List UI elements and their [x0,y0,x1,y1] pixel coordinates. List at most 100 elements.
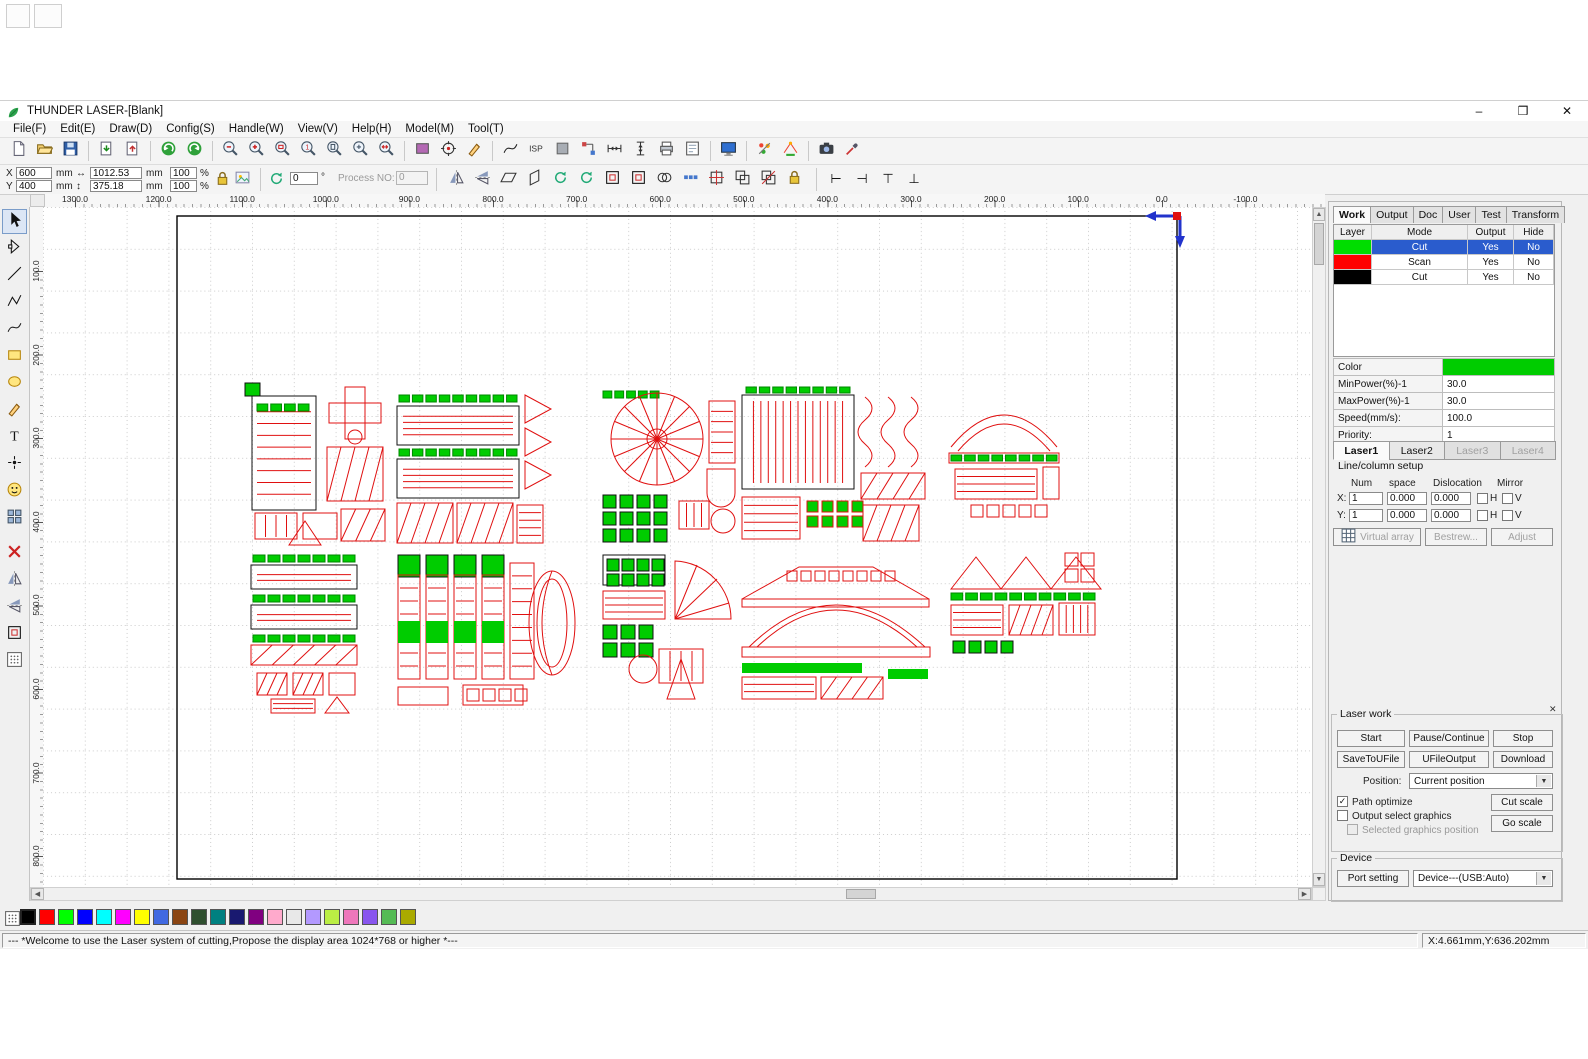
flip-v-button[interactable] [470,167,495,192]
tab-test[interactable]: Test [1475,206,1506,223]
palette-color[interactable] [191,909,207,925]
simulate-button[interactable] [716,139,741,164]
tab-transform[interactable]: Transform [1506,206,1565,223]
download-button[interactable]: Download [1493,751,1553,768]
zoom-1-button[interactable]: 1 [296,139,321,164]
tool-mirror-h[interactable] [2,568,27,593]
palette-color[interactable] [305,909,321,925]
menu-edit[interactable]: Edit(E) [53,122,102,136]
tool-array-copy[interactable] [2,506,27,531]
layer-cell[interactable]: Scan [1372,255,1468,270]
height-input[interactable]: 375.18 [90,180,142,192]
flip-h-button[interactable] [444,167,469,192]
mirror-h-checkbox[interactable] [1477,510,1488,521]
scroll-up-arrow[interactable]: ▲ [1313,208,1325,221]
zoom-window-button[interactable] [270,139,295,164]
pen-button[interactable] [462,139,487,164]
chevron-down-icon[interactable]: ▼ [1536,872,1551,885]
layer-row[interactable]: CutYesNo [1334,270,1554,285]
start-button[interactable]: Start [1337,730,1405,747]
ungroup-button[interactable] [756,167,781,192]
tool-polyline[interactable] [2,290,27,315]
palette-color[interactable] [381,909,397,925]
lock-ratio-icon[interactable] [214,170,231,192]
laser-show-button[interactable] [778,139,803,164]
measure-h-button[interactable] [602,139,627,164]
group-button[interactable] [730,167,755,192]
palette-color[interactable] [96,909,112,925]
palette-color[interactable] [362,909,378,925]
print-button[interactable] [654,139,679,164]
zoom-all-button[interactable] [374,139,399,164]
align-bottom-button[interactable]: ⊥ [902,167,926,191]
tab-laser1[interactable]: Laser1 [1333,441,1390,460]
skew-v-button[interactable] [522,167,547,192]
weld-button[interactable] [652,167,677,192]
minimize-button[interactable]: – [1468,102,1490,120]
tool-offset[interactable] [2,622,27,647]
angle-input[interactable]: 0 [290,172,318,185]
palette-color[interactable] [39,909,55,925]
palette-color[interactable] [58,909,74,925]
lock-ratio-button[interactable] [782,167,807,192]
maximize-button[interactable]: ❒ [1512,102,1534,120]
tab-user[interactable]: User [1442,206,1476,223]
tool-dither[interactable] [2,649,27,674]
mirror-h-checkbox[interactable] [1477,493,1488,504]
tool-line[interactable] [2,263,27,288]
tool-ellipse[interactable] [2,371,27,396]
laser-dot-button[interactable] [752,139,777,164]
tool-delete[interactable] [2,541,27,566]
scroll-down-arrow[interactable]: ▼ [1313,873,1325,886]
zoom-in-button[interactable] [244,139,269,164]
savetoufile-button[interactable]: SaveToUFile [1337,751,1405,768]
palette-color[interactable] [400,909,416,925]
layer-color-swatch[interactable] [1334,240,1372,255]
palette-color[interactable] [172,909,188,925]
export-button[interactable] [120,139,145,164]
tool-select[interactable] [2,209,27,234]
palette-color[interactable] [248,909,264,925]
scroll-left-arrow[interactable]: ◀ [31,888,44,900]
menu-help[interactable]: Help(H) [345,122,399,136]
offset-in-button[interactable] [600,167,625,192]
menu-handle[interactable]: Handle(W) [222,122,291,136]
tool-pen[interactable] [2,398,27,423]
x-dislocation-input[interactable]: 0.000 [1431,492,1471,505]
offset-out-button[interactable] [626,167,651,192]
path-optimize-checkbox[interactable]: ✓ [1337,796,1348,807]
property-value[interactable] [1442,359,1554,375]
device-select[interactable]: Device---(USB:Auto) ▼ [1413,870,1553,887]
scale-y-input[interactable]: 100 [170,180,197,192]
horizontal-scroll-thumb[interactable] [846,889,876,899]
y-num-input[interactable]: 1 [1349,509,1383,522]
ufileoutput-button[interactable]: UFileOutput [1409,751,1489,768]
image-placeholder-icon[interactable] [234,169,251,191]
property-value[interactable]: 30.0 [1442,376,1554,392]
undo-button[interactable] [156,139,181,164]
width-input[interactable]: 1012.53 [90,167,142,179]
scroll-right-arrow[interactable]: ▶ [1298,888,1311,900]
palette-color[interactable] [324,909,340,925]
y-position-input[interactable]: 400 [16,180,52,192]
layer-cell[interactable]: Cut [1372,270,1468,285]
track-point-button[interactable] [436,139,461,164]
mirror-v-checkbox[interactable] [1502,493,1513,504]
property-value[interactable]: 30.0 [1442,393,1554,409]
tool-curve[interactable] [2,317,27,342]
tool-rect[interactable] [2,344,27,369]
vertical-scrollbar[interactable]: ▲ ▼ [1312,207,1326,887]
palette-color[interactable] [20,909,36,925]
tool-mirror-v[interactable] [2,595,27,620]
scale-x-input[interactable]: 100 [170,167,197,179]
tab-work[interactable]: Work [1333,206,1371,223]
open-button[interactable] [32,139,57,164]
mirror-v-checkbox[interactable] [1502,510,1513,521]
menu-view[interactable]: View(V) [291,122,345,136]
horizontal-scrollbar[interactable]: ◀ ▶ [30,887,1312,901]
property-value[interactable]: 100.0 [1442,410,1554,426]
zoom-out-button[interactable] [218,139,243,164]
cut-scale-button[interactable]: Cut scale [1491,794,1553,811]
x-num-input[interactable]: 1 [1349,492,1383,505]
palette-color[interactable] [134,909,150,925]
